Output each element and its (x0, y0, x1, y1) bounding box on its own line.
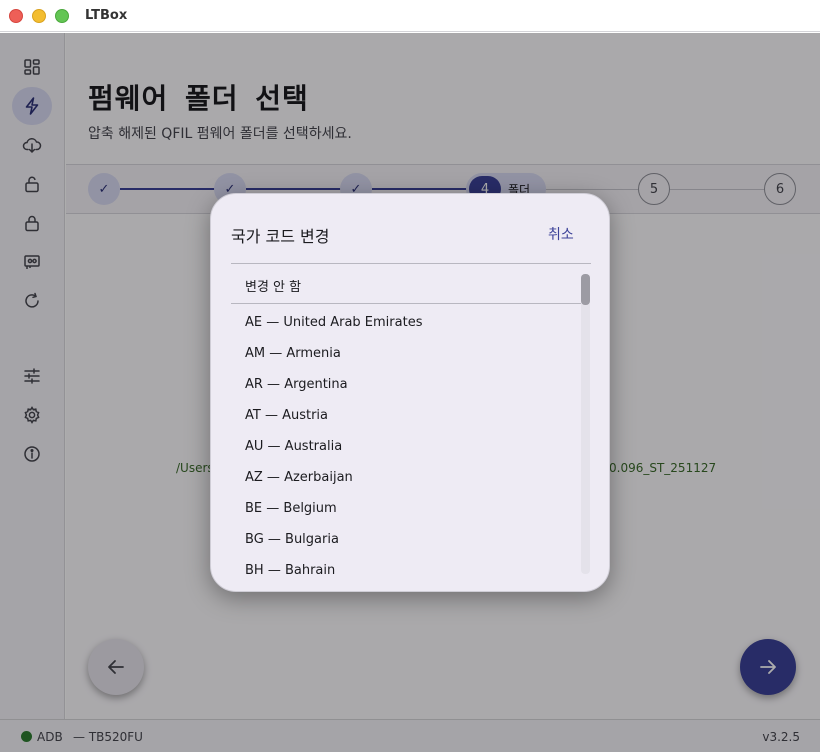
title-bar: LTBox (0, 0, 820, 32)
country-option[interactable]: AR — Argentina (231, 369, 581, 400)
country-code-dialog: 국가 코드 변경 취소 변경 안 함 AE — United Arab Emir… (210, 193, 610, 592)
country-option-none[interactable]: 변경 안 함 (231, 274, 581, 304)
dialog-title: 국가 코드 변경 (231, 227, 330, 246)
window-maximize-button[interactable] (55, 9, 69, 23)
country-option[interactable]: AZ — Azerbaijan (231, 462, 581, 493)
cancel-button[interactable]: 취소 (548, 224, 574, 244)
country-option[interactable]: BE — Belgium (231, 493, 581, 524)
country-option[interactable]: AM — Armenia (231, 338, 581, 369)
country-option[interactable]: BH — Bahrain (231, 555, 581, 574)
dialog-divider (231, 263, 591, 264)
country-option[interactable]: AU — Australia (231, 431, 581, 462)
window-title: LTBox (85, 8, 128, 23)
country-list[interactable]: 변경 안 함 AE — United Arab Emirates AM — Ar… (231, 274, 581, 574)
window-close-button[interactable] (9, 9, 23, 23)
list-scrollbar-thumb[interactable] (581, 274, 590, 305)
country-option[interactable]: AE — United Arab Emirates (231, 307, 581, 338)
list-scrollbar-track[interactable] (581, 274, 590, 574)
window-minimize-button[interactable] (32, 9, 46, 23)
country-option[interactable]: BG — Bulgaria (231, 524, 581, 555)
country-option[interactable]: AT — Austria (231, 400, 581, 431)
